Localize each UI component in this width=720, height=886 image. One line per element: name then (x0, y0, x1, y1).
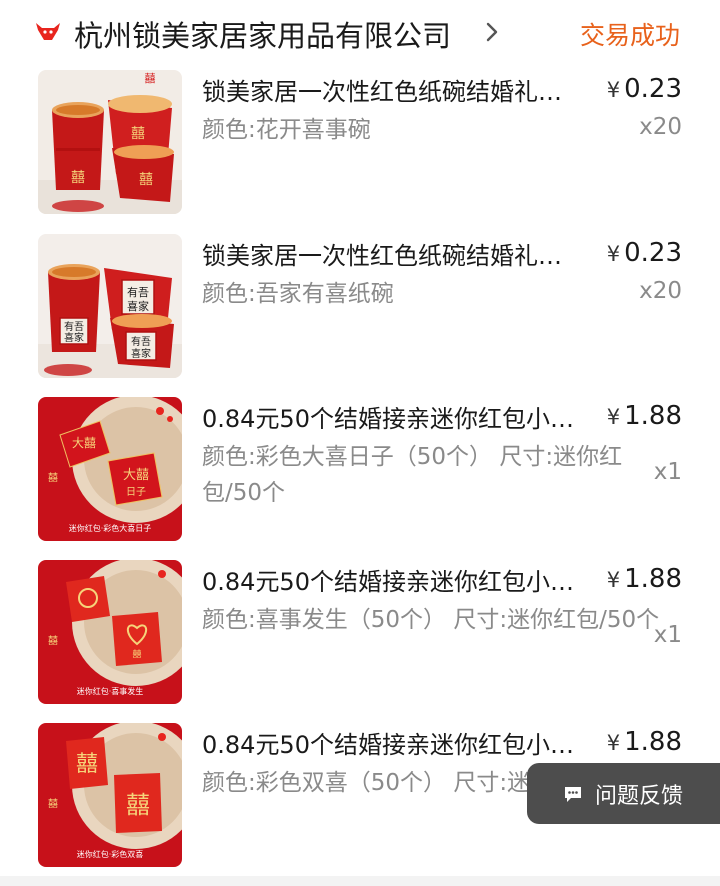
thumbnail-caption: 迷你红包·彩色大喜日子 (69, 523, 152, 533)
product-spec: 颜色:花开喜事碗 (202, 117, 371, 143)
product-spec: 颜色:彩色大喜日子（50个） 尺寸:迷你红包/50个 (202, 444, 623, 506)
order-item[interactable]: 囍 囍 迷你红包·喜事发生 0.84元50个结婚接亲迷你红包小… 颜色:喜事发生… (0, 560, 720, 710)
svg-text:囍: 囍 (145, 72, 156, 85)
product-thumbnail[interactable]: 大囍 大囍 日子 囍 迷你红包·彩色大喜日子 (38, 397, 182, 541)
svg-text:囍: 囍 (48, 634, 58, 647)
product-price: ¥1.88 (607, 564, 682, 594)
svg-text:囍: 囍 (131, 126, 145, 142)
svg-text:大囍: 大囍 (123, 468, 149, 483)
product-spec: 颜色:吾家有喜纸碗 (202, 281, 394, 307)
thumbnail-caption: 迷你红包·彩色双喜 (77, 849, 144, 859)
order-item[interactable]: 有吾 喜家 有吾 喜家 有吾 喜家 锁美家居一次性红色纸碗结婚礼… 颜色:吾家有… (0, 234, 720, 384)
feedback-button[interactable]: 问题反馈 (527, 763, 720, 824)
chat-bubble-icon (565, 786, 581, 802)
price-value: 0.23 (624, 74, 682, 104)
product-title[interactable]: 0.84元50个结婚接亲迷你红包小… (202, 725, 592, 760)
product-price: ¥1.88 (607, 727, 682, 757)
order-item[interactable]: 大囍 大囍 日子 囍 迷你红包·彩色大喜日子 0.84元50个结婚接亲迷你红包小… (0, 397, 720, 547)
shop-name-link[interactable]: 杭州锁美家居家用品有限公司 (74, 13, 451, 55)
svg-text:囍: 囍 (48, 471, 58, 484)
svg-text:日子: 日子 (126, 486, 146, 498)
price-value: 1.88 (624, 727, 682, 757)
bull-shop-icon (36, 23, 60, 40)
product-title[interactable]: 0.84元50个结婚接亲迷你红包小… (202, 562, 592, 597)
product-price: ¥1.88 (607, 401, 682, 431)
svg-text:囍: 囍 (71, 170, 85, 186)
product-quantity: x1 (653, 459, 682, 485)
product-title[interactable]: 锁美家居一次性红色纸碗结婚礼… (202, 72, 592, 107)
currency-symbol: ¥ (606, 405, 621, 429)
order-status: 交易成功 (579, 21, 680, 50)
svg-text:有吾: 有吾 (127, 285, 149, 299)
svg-text:有吾: 有吾 (131, 335, 151, 348)
currency-symbol: ¥ (606, 78, 621, 102)
svg-text:大囍: 大囍 (72, 436, 96, 450)
product-price: ¥0.23 (607, 74, 682, 104)
product-price: ¥0.23 (607, 238, 682, 268)
product-thumbnail[interactable]: 囍 囍 囍 迷你红包·彩色双喜 (38, 723, 182, 867)
product-thumbnail[interactable]: 囍 囍 迷你红包·喜事发生 (38, 560, 182, 704)
order-item[interactable]: 囍 囍 囍 囍 锁美家居一次性红色纸碗结婚礼… 颜色:花开喜事碗 ¥0.23 x… (0, 70, 720, 220)
product-quantity: x20 (639, 278, 682, 304)
product-quantity: x20 (639, 114, 682, 140)
currency-symbol: ¥ (606, 568, 621, 592)
svg-text:囍: 囍 (76, 752, 98, 777)
product-title[interactable]: 0.84元50个结婚接亲迷你红包小… (202, 399, 592, 434)
svg-text:囍: 囍 (126, 791, 150, 819)
product-spec: 颜色:喜事发生（50个） 尺寸:迷你红包/50个 (202, 607, 660, 633)
page-bottom-divider (0, 876, 720, 886)
thumbnail-caption: 迷你红包·喜事发生 (77, 686, 144, 696)
price-value: 1.88 (624, 401, 682, 431)
svg-text:囍: 囍 (139, 172, 153, 188)
currency-symbol: ¥ (606, 731, 621, 755)
svg-text:囍: 囍 (48, 797, 58, 810)
svg-text:囍: 囍 (132, 648, 141, 660)
feedback-label: 问题反馈 (595, 783, 684, 809)
svg-text:喜家: 喜家 (131, 347, 151, 360)
svg-text:喜家: 喜家 (127, 299, 149, 313)
svg-text:喜家: 喜家 (64, 331, 84, 344)
chevron-right-icon[interactable] (483, 20, 501, 44)
product-title[interactable]: 锁美家居一次性红色纸碗结婚礼… (202, 236, 592, 271)
currency-symbol: ¥ (606, 242, 621, 266)
product-quantity: x1 (653, 622, 682, 648)
product-thumbnail[interactable]: 囍 囍 囍 囍 (38, 70, 182, 214)
price-value: 1.88 (624, 564, 682, 594)
svg-text:有吾: 有吾 (64, 320, 84, 333)
product-thumbnail[interactable]: 有吾 喜家 有吾 喜家 有吾 喜家 (38, 234, 182, 378)
shop-header: 杭州锁美家居家用品有限公司 交易成功 (0, 0, 720, 62)
price-value: 0.23 (624, 238, 682, 268)
